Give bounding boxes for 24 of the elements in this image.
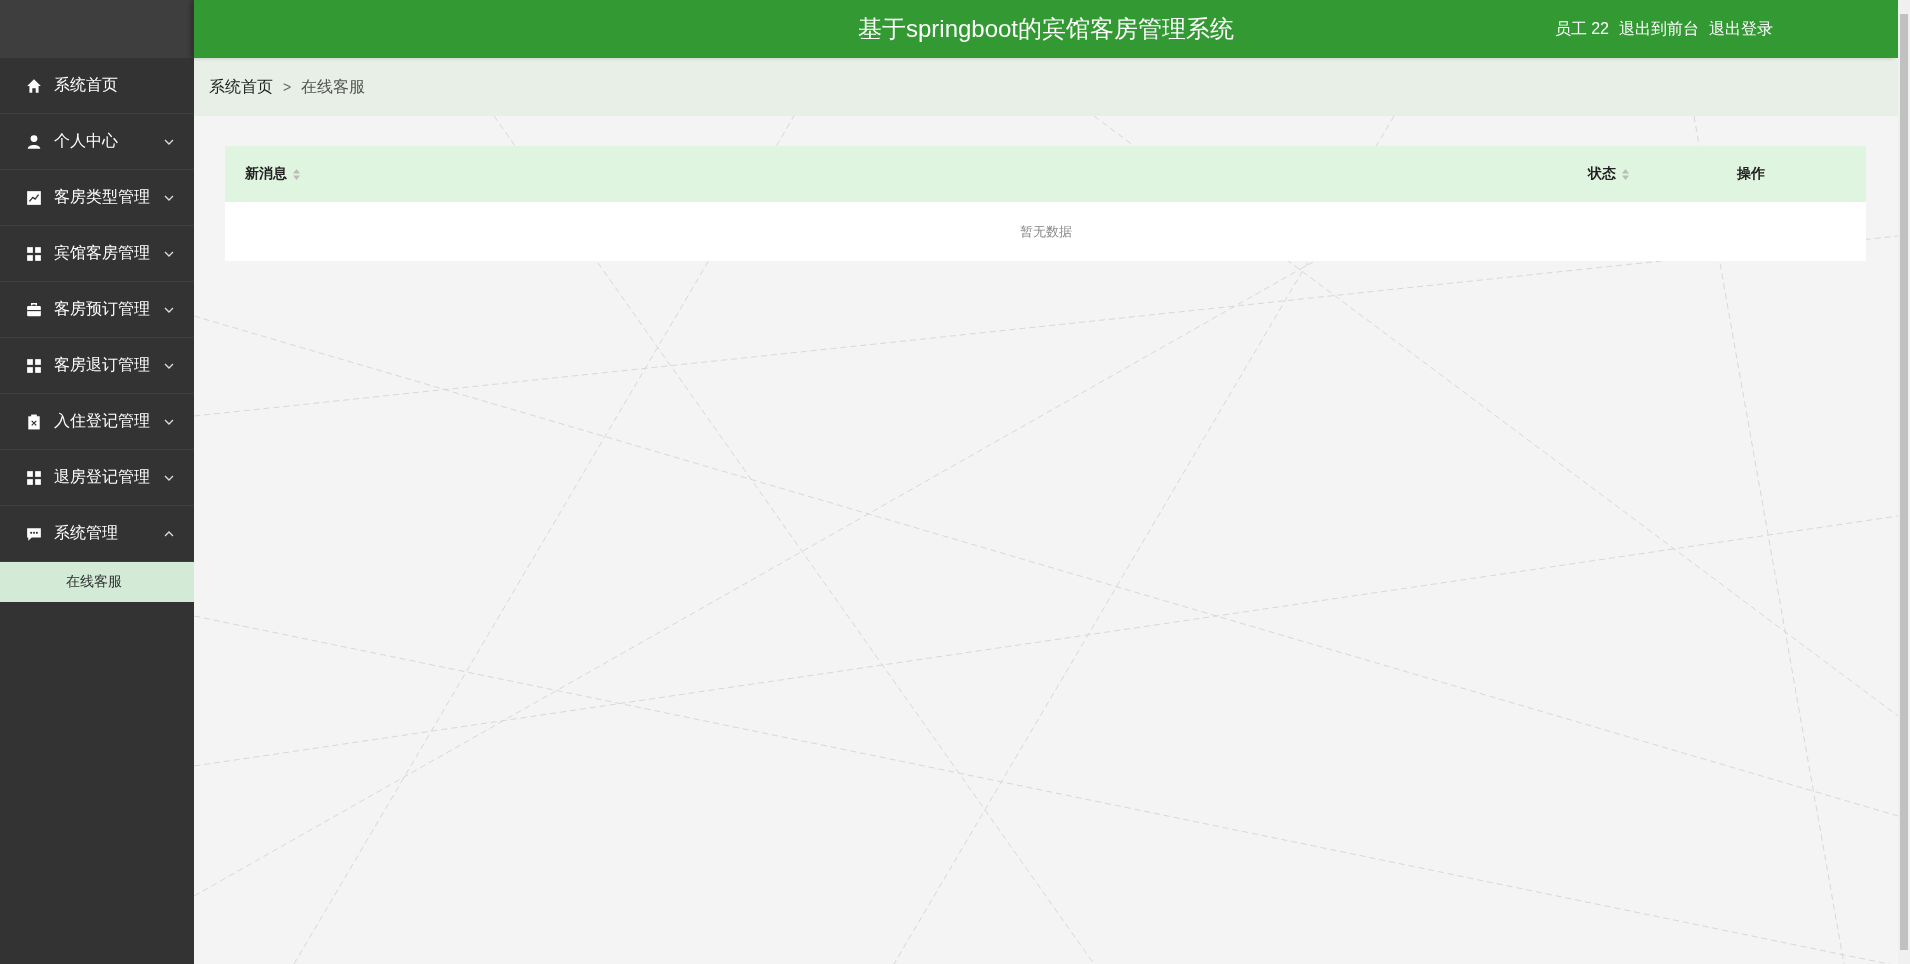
header-link[interactable]: 退出到前台 [1619,18,1699,40]
breadcrumb-separator: > [283,79,292,95]
breadcrumb-item: 在线客服 [301,76,366,97]
column-header[interactable]: 新消息 [245,165,287,183]
breadcrumb-item[interactable]: 系统首页 [209,76,273,98]
grid-icon [26,245,42,262]
home-icon [26,77,42,94]
user-icon [26,133,42,150]
column-header[interactable]: 状态 [1588,165,1616,183]
clipboard-icon [26,413,42,430]
sort-icon[interactable] [293,168,300,180]
scrollbar[interactable] [1898,0,1910,964]
chart-icon [26,189,42,206]
grid-icon [26,357,42,374]
user-label: 员工 22 [1554,18,1609,39]
briefcase-icon [26,301,42,318]
empty-text: 暂无数据 [1019,222,1072,241]
column-header: 操作 [1737,165,1765,183]
grid-icon [26,469,42,486]
sidebar-submenu-item[interactable]: 在线客服 [0,562,194,602]
chat-icon [26,525,42,542]
header-link[interactable]: 退出登录 [1709,18,1773,40]
sort-icon[interactable] [1622,168,1629,180]
app-title: 基于springboot的宾馆客房管理系统 [857,15,1235,42]
